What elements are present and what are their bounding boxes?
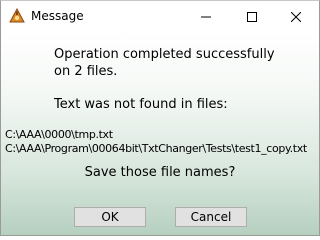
minimize-icon <box>201 7 211 26</box>
title-bar[interactable]: Message <box>1 1 319 32</box>
ok-button[interactable]: OK <box>74 207 146 227</box>
cancel-button[interactable]: Cancel <box>175 207 247 227</box>
close-icon <box>290 7 302 26</box>
message-dialog: Message Operation completed successfully… <box>0 0 320 236</box>
file-path: C:\AAA\0000\tmp.txt <box>5 128 113 141</box>
message-line-2: on 2 files. <box>54 64 118 79</box>
message-line-3: Text was not found in files: <box>54 97 228 112</box>
save-question: Save those file names? <box>84 165 236 180</box>
dialog-body: Operation completed successfully on 2 fi… <box>1 32 319 235</box>
maximize-button[interactable] <box>229 1 275 31</box>
minimize-button[interactable] <box>183 1 229 31</box>
warning-app-icon <box>9 7 25 24</box>
message-line-1: Operation completed successfully <box>54 47 275 62</box>
file-path: C:\AAA\Program\00064bit\TxtChanger\Tests… <box>5 142 307 155</box>
close-button[interactable] <box>273 1 319 31</box>
window-title: Message <box>31 9 84 23</box>
maximize-icon <box>247 7 257 26</box>
